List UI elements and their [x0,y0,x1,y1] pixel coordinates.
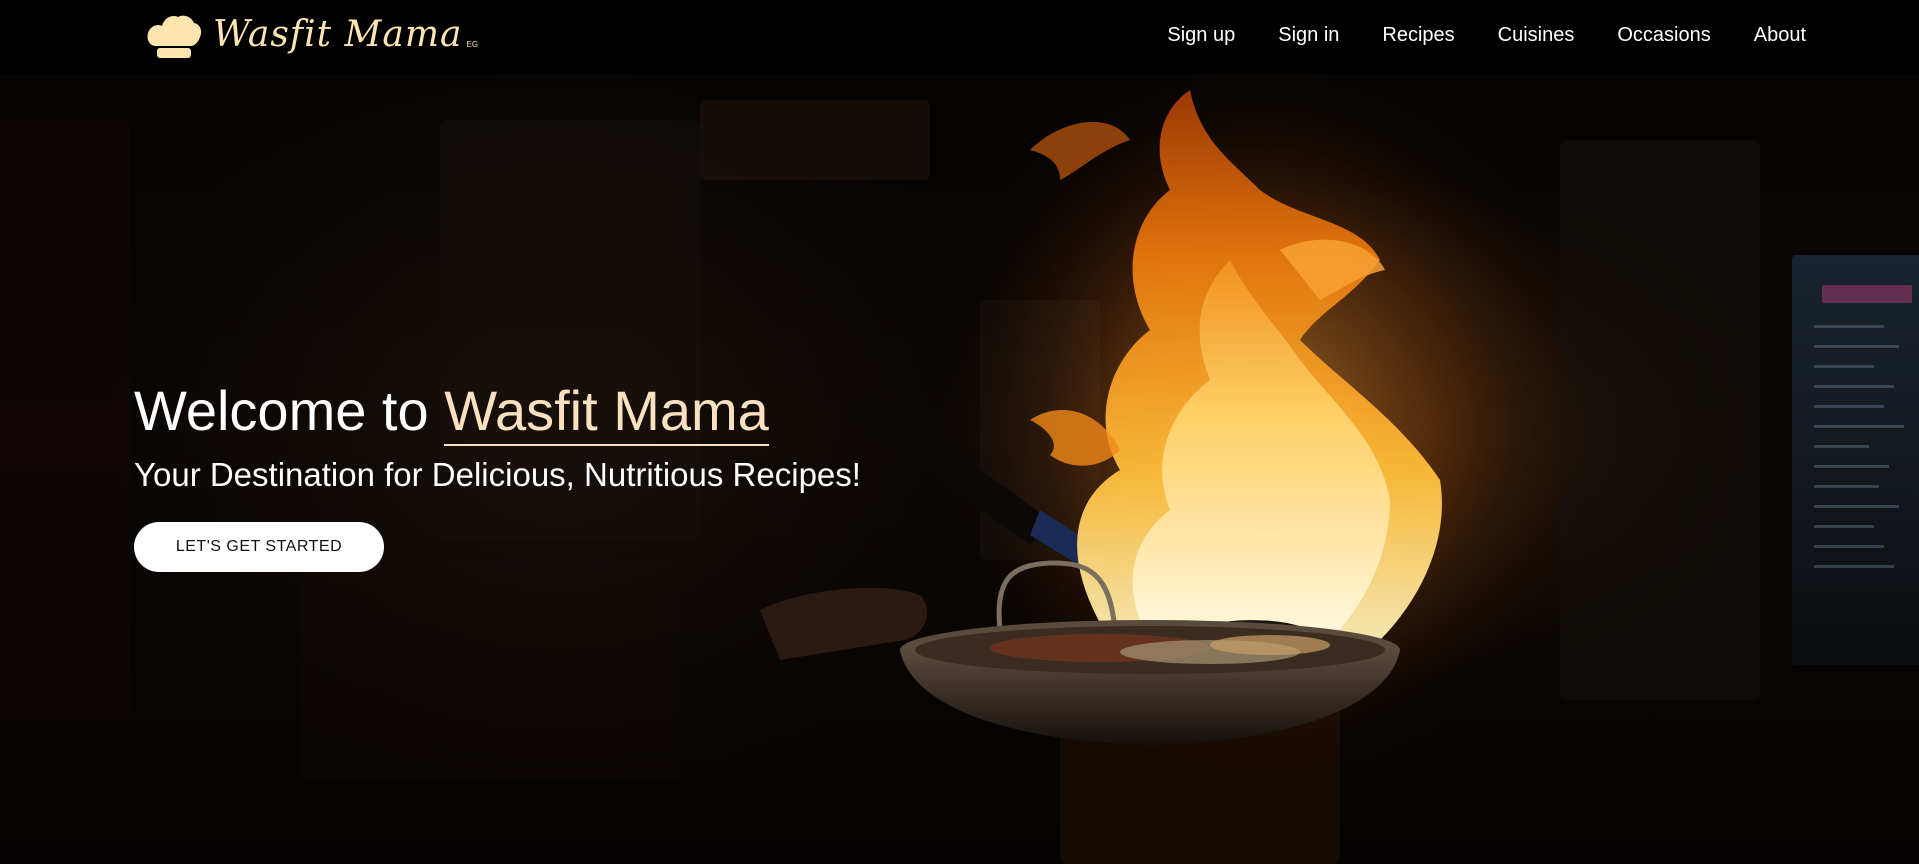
hero-title-prefix: Welcome to [134,379,429,442]
nav-sign-in[interactable]: Sign in [1278,24,1339,47]
nav-about[interactable]: About [1754,24,1806,47]
hero-title-brand: Wasfit Mama [444,379,769,446]
nav-sign-up[interactable]: Sign up [1167,24,1235,47]
top-navbar: Wasfit Mama EG Sign up Sign in Recipes C… [0,0,1919,74]
nav-cuisines[interactable]: Cuisines [1498,24,1575,47]
main-nav: Sign up Sign in Recipes Cuisines Occasio… [1167,24,1806,47]
get-started-button[interactable]: LET'S GET STARTED [134,522,384,572]
chef-hat-icon [147,15,202,58]
brand-suffix: EG [466,40,479,49]
brand-name: Wasfit Mama [213,14,463,55]
nav-recipes[interactable]: Recipes [1382,24,1454,47]
page: Wasfit Mama EG Sign up Sign in Recipes C… [0,0,1919,864]
hero-section: Welcome to Wasfit Mama Your Destination … [134,378,861,572]
hero-title: Welcome to Wasfit Mama [134,378,861,446]
brand-logo-link[interactable]: Wasfit Mama EG [145,12,478,64]
nav-occasions[interactable]: Occasions [1617,24,1710,47]
hero-subtitle: Your Destination for Delicious, Nutritio… [134,456,861,493]
